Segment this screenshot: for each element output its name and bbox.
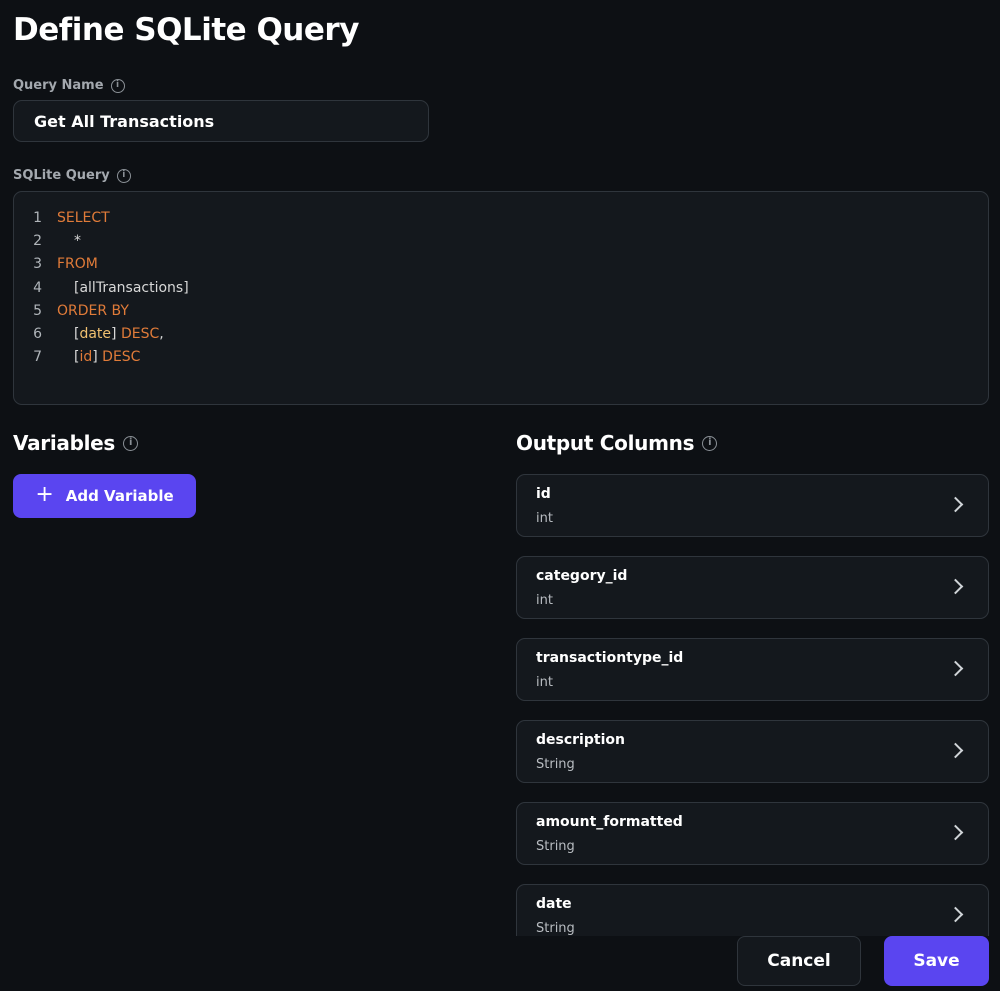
column-name: category_id <box>536 568 628 584</box>
line-number: 6 <box>33 326 42 343</box>
line-number: 2 <box>33 232 42 249</box>
code-text: [date] DESC, <box>57 326 164 342</box>
output-columns-heading: Output Columns i <box>516 431 718 455</box>
column-type: String <box>536 921 575 936</box>
output-column-item[interactable]: id int <box>516 474 989 537</box>
code-line: 7 [id] DESC <box>14 346 988 369</box>
cancel-button[interactable]: Cancel <box>737 936 861 986</box>
column-type: String <box>536 839 575 854</box>
column-type: String <box>536 757 575 772</box>
sql-keyword: DESC <box>102 349 141 366</box>
code-line: 5 ORDER BY <box>14 299 988 322</box>
code-line: 4 [allTransactions] <box>14 276 988 299</box>
sql-token: ] <box>92 349 103 366</box>
info-icon[interactable]: i <box>123 435 139 451</box>
column-name: date <box>536 896 572 912</box>
column-type: int <box>536 511 553 526</box>
output-column-item[interactable]: transactiontype_idint <box>516 638 989 701</box>
save-button[interactable]: Save <box>884 936 989 986</box>
code-text: [allTransactions] <box>57 280 189 296</box>
add-variable-label: Add Variable <box>65 487 174 505</box>
sqlite-query-label: SQLite Query i <box>13 168 131 183</box>
chevron-right-icon[interactable] <box>947 578 964 595</box>
output-column-item[interactable]: category_idint <box>516 556 989 619</box>
column-name: amount_formatted <box>536 814 683 830</box>
line-number: 5 <box>33 302 42 319</box>
chevron-right-icon[interactable] <box>947 660 964 677</box>
sql-keyword: DESC <box>120 326 160 343</box>
query-name-label-text: Query Name <box>13 78 104 93</box>
query-name-input[interactable] <box>13 100 429 142</box>
chevron-right-icon[interactable] <box>947 824 964 841</box>
code-text: * <box>57 233 81 249</box>
info-icon[interactable]: i <box>702 435 718 451</box>
output-column-item[interactable]: description String <box>516 720 989 783</box>
sql-token: , <box>159 326 164 343</box>
sql-token: ] <box>111 326 121 343</box>
column-name: id <box>536 486 551 502</box>
sql-token: date <box>79 326 112 343</box>
output-column-item[interactable]: amount_formatted String <box>516 802 989 865</box>
variables-title: Variables <box>13 431 116 455</box>
line-number: 4 <box>33 279 42 296</box>
code-text: ORDER BY <box>57 303 129 319</box>
output-columns-list[interactable]: id int category_id int transactiontype_id int… <box>516 474 990 936</box>
chevron-right-icon[interactable] <box>947 906 964 923</box>
code-text: FROM <box>57 256 98 272</box>
query-name-label: Query Name i <box>13 78 125 93</box>
code-text: [id] DESC <box>57 349 140 365</box>
line-number: 3 <box>33 256 42 273</box>
code-line: 2 * <box>14 229 988 252</box>
code-line: 3 FROM <box>14 253 988 276</box>
column-type: int <box>536 593 553 608</box>
plus-icon: + <box>35 482 54 507</box>
variables-heading: Variables i <box>13 431 139 455</box>
info-icon[interactable]: i <box>110 78 125 93</box>
line-number: 1 <box>33 209 42 226</box>
code-text: SELECT <box>57 210 110 226</box>
line-number: 7 <box>33 349 42 366</box>
column-name: description <box>536 732 625 748</box>
column-name: transactiontype_id <box>536 650 684 666</box>
output-columns-title: Output Columns <box>516 431 695 455</box>
chevron-right-icon[interactable] <box>947 496 964 513</box>
sql-code-editor[interactable]: 1 SELECT 2 * 3 FROM 4 [allTransactions] 5 ORDER B… <box>13 191 989 405</box>
sql-token: * <box>74 232 81 249</box>
code-line: 6 [date] DESC, <box>14 322 988 345</box>
info-icon[interactable]: i <box>116 168 131 183</box>
sql-keyword: id <box>79 349 93 366</box>
column-type: int <box>536 675 553 690</box>
code-line: 1 SELECT <box>14 206 988 229</box>
sql-token: [allTransactions] <box>74 279 189 296</box>
output-column-item[interactable]: date String <box>516 884 989 936</box>
sql-keyword: FROM <box>57 256 98 273</box>
sqlite-query-dialog: Define SQLite Query Query Name i SQLite … <box>0 0 1000 991</box>
sqlite-query-label-text: SQLite Query <box>13 168 110 183</box>
sql-keyword: ORDER BY <box>57 302 129 319</box>
chevron-right-icon[interactable] <box>947 742 964 759</box>
sql-keyword: SELECT <box>57 209 110 226</box>
add-variable-button[interactable]: + Add Variable <box>13 474 196 518</box>
page-title: Define SQLite Query <box>13 12 359 48</box>
